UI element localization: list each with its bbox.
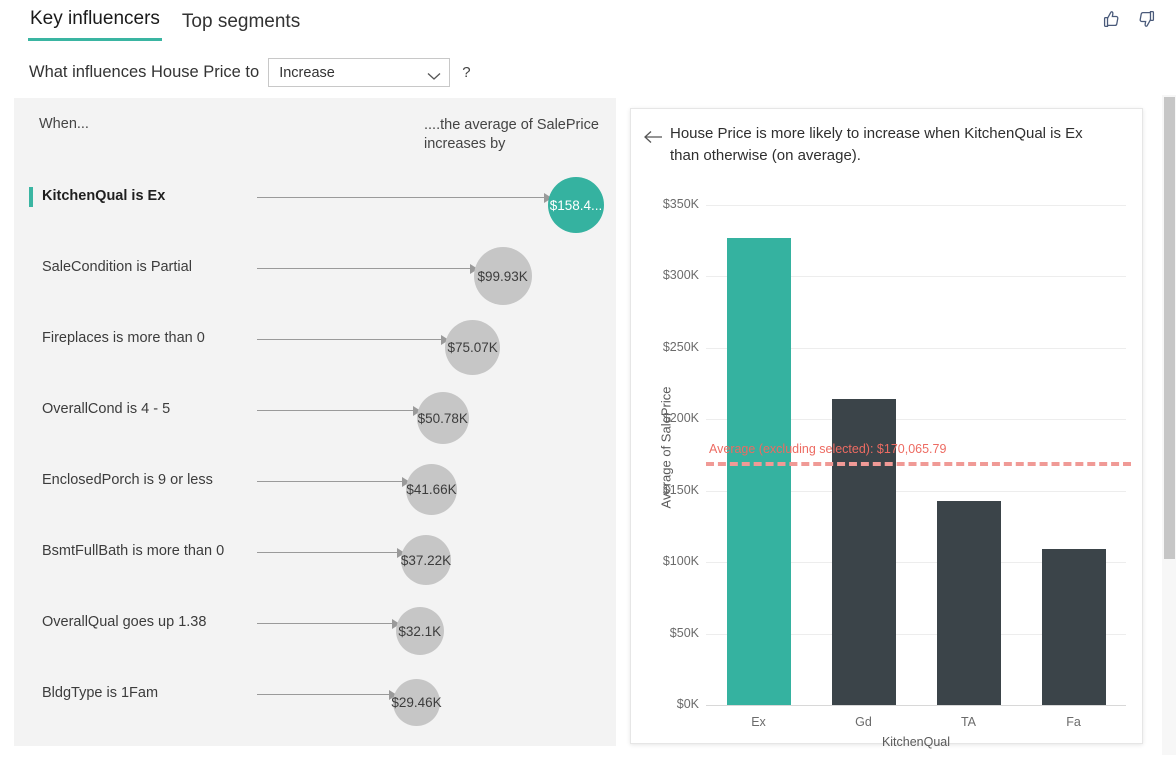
influencer-bubble[interactable]: $99.93K bbox=[474, 247, 532, 305]
tab-top-segments[interactable]: Top segments bbox=[180, 9, 302, 41]
arrow-line bbox=[257, 197, 544, 198]
y-axis-tick-label: $0K bbox=[639, 697, 699, 711]
influencer-value: $99.93K bbox=[477, 269, 527, 284]
x-axis-tick-label: Ex bbox=[706, 715, 811, 729]
influencer-label: KitchenQual is Ex bbox=[42, 188, 165, 204]
influencer-row[interactable]: OverallCond is 4 - 5 $50.78K bbox=[14, 383, 616, 454]
x-axis-title: KitchenQual bbox=[706, 735, 1126, 749]
arrow-line bbox=[257, 268, 470, 269]
influencer-label: BldgType is 1Fam bbox=[42, 685, 158, 701]
influencer-row[interactable]: Fireplaces is more than 0 $75.07K bbox=[14, 312, 616, 383]
question-row: What influences House Price to Increase … bbox=[29, 58, 471, 87]
influencer-bubble[interactable]: $32.1K bbox=[396, 607, 444, 655]
influencer-bubble[interactable]: $158.4... bbox=[548, 177, 604, 233]
arrow-line bbox=[257, 339, 441, 340]
back-arrow-icon[interactable] bbox=[643, 130, 663, 144]
influencer-arrow bbox=[257, 263, 478, 275]
average-reference-label: Average (excluding selected): $170,065.7… bbox=[709, 442, 946, 456]
y-axis-tick-label: $350K bbox=[639, 197, 699, 211]
influencers-panel: When... ....the average of SalePrice inc… bbox=[14, 98, 616, 746]
arrow-line bbox=[257, 623, 392, 624]
thumbs-up-icon[interactable] bbox=[1100, 8, 1122, 30]
x-axis-baseline bbox=[706, 705, 1126, 706]
x-axis-tick-label: TA bbox=[916, 715, 1021, 729]
influencer-arrow bbox=[257, 689, 397, 701]
influencer-value: $75.07K bbox=[447, 340, 497, 355]
influencer-label: EnclosedPorch is 9 or less bbox=[42, 472, 213, 488]
detail-card-title: House Price is more likely to increase w… bbox=[670, 123, 1095, 167]
influencer-bubble[interactable]: $29.46K bbox=[393, 679, 440, 726]
x-axis-tick-label: Gd bbox=[811, 715, 916, 729]
panel-header-metric: ....the average of SalePrice increases b… bbox=[424, 116, 609, 154]
influencer-arrow bbox=[257, 405, 421, 417]
y-axis-tick-label: $100K bbox=[639, 554, 699, 568]
help-question-mark[interactable]: ? bbox=[462, 64, 470, 81]
chart-bar[interactable] bbox=[727, 238, 791, 705]
chart-bar[interactable] bbox=[937, 501, 1001, 705]
influencer-row[interactable]: KitchenQual is Ex $158.4... bbox=[14, 170, 616, 241]
influencer-arrow bbox=[257, 476, 410, 488]
arrow-line bbox=[257, 410, 413, 411]
vertical-scrollbar[interactable] bbox=[1162, 95, 1176, 755]
influencer-arrow bbox=[257, 618, 400, 630]
influencer-row[interactable]: SaleCondition is Partial $99.93K bbox=[14, 241, 616, 312]
influencer-value: $50.78K bbox=[418, 411, 468, 426]
detail-card: House Price is more likely to increase w… bbox=[630, 108, 1143, 744]
question-label: What influences House Price to bbox=[29, 63, 259, 82]
feedback-controls bbox=[1100, 8, 1158, 30]
y-axis-tick-label: $300K bbox=[639, 268, 699, 282]
scrollbar-thumb[interactable] bbox=[1164, 97, 1175, 559]
detail-bar-chart: Average of SalePrice $0K$50K$100K$150K$2… bbox=[631, 205, 1144, 745]
influencer-row[interactable]: BsmtFullBath is more than 0 $37.22K bbox=[14, 525, 616, 596]
y-axis-tick-label: $150K bbox=[639, 483, 699, 497]
influencers-list: KitchenQual is Ex $158.4... SaleCondition … bbox=[14, 170, 616, 738]
influencer-arrow bbox=[257, 334, 449, 346]
influencer-arrow bbox=[257, 192, 552, 204]
influencer-value: $29.46K bbox=[391, 695, 441, 710]
influence-direction-dropdown[interactable]: Increase bbox=[268, 58, 450, 87]
arrow-line bbox=[257, 552, 397, 553]
y-axis-tick-label: $50K bbox=[639, 626, 699, 640]
chevron-down-icon bbox=[427, 68, 441, 77]
key-influencers-visual: Key influencers Top segments What influe… bbox=[0, 0, 1176, 767]
influencer-value: $158.4... bbox=[550, 198, 603, 213]
influencer-value: $37.22K bbox=[401, 553, 451, 568]
average-reference-line bbox=[706, 462, 1131, 466]
panel-header-when: When... bbox=[39, 116, 89, 132]
dropdown-selected-value: Increase bbox=[279, 65, 335, 81]
y-axis-tick-label: $200K bbox=[639, 411, 699, 425]
arrow-line bbox=[257, 694, 389, 695]
chart-bar[interactable] bbox=[1042, 549, 1106, 705]
influencer-bubble[interactable]: $41.66K bbox=[406, 464, 457, 515]
influencer-label: OverallQual goes up 1.38 bbox=[42, 614, 206, 630]
visual-tabs: Key influencers Top segments bbox=[28, 6, 302, 41]
influencer-value: $41.66K bbox=[406, 482, 456, 497]
thumbs-down-icon[interactable] bbox=[1136, 8, 1158, 30]
y-axis-tick-label: $250K bbox=[639, 340, 699, 354]
influencer-row[interactable]: EnclosedPorch is 9 or less $41.66K bbox=[14, 454, 616, 525]
influencer-label: OverallCond is 4 - 5 bbox=[42, 401, 170, 417]
influencer-row[interactable]: OverallQual goes up 1.38 $32.1K bbox=[14, 596, 616, 667]
influencer-value: $32.1K bbox=[398, 624, 441, 639]
influencer-label: BsmtFullBath is more than 0 bbox=[42, 543, 224, 559]
selected-indicator-bar bbox=[29, 187, 33, 207]
influencer-label: Fireplaces is more than 0 bbox=[42, 330, 205, 346]
tab-key-influencers[interactable]: Key influencers bbox=[28, 6, 162, 41]
influencer-row[interactable]: BldgType is 1Fam $29.46K bbox=[14, 667, 616, 738]
influencer-bubble[interactable]: $75.07K bbox=[445, 320, 500, 375]
influencer-label: SaleCondition is Partial bbox=[42, 259, 192, 275]
influencer-arrow bbox=[257, 547, 405, 559]
influencer-bubble[interactable]: $50.78K bbox=[417, 392, 469, 444]
influencer-bubble[interactable]: $37.22K bbox=[401, 535, 451, 585]
x-axis-tick-label: Fa bbox=[1021, 715, 1126, 729]
arrow-line bbox=[257, 481, 402, 482]
